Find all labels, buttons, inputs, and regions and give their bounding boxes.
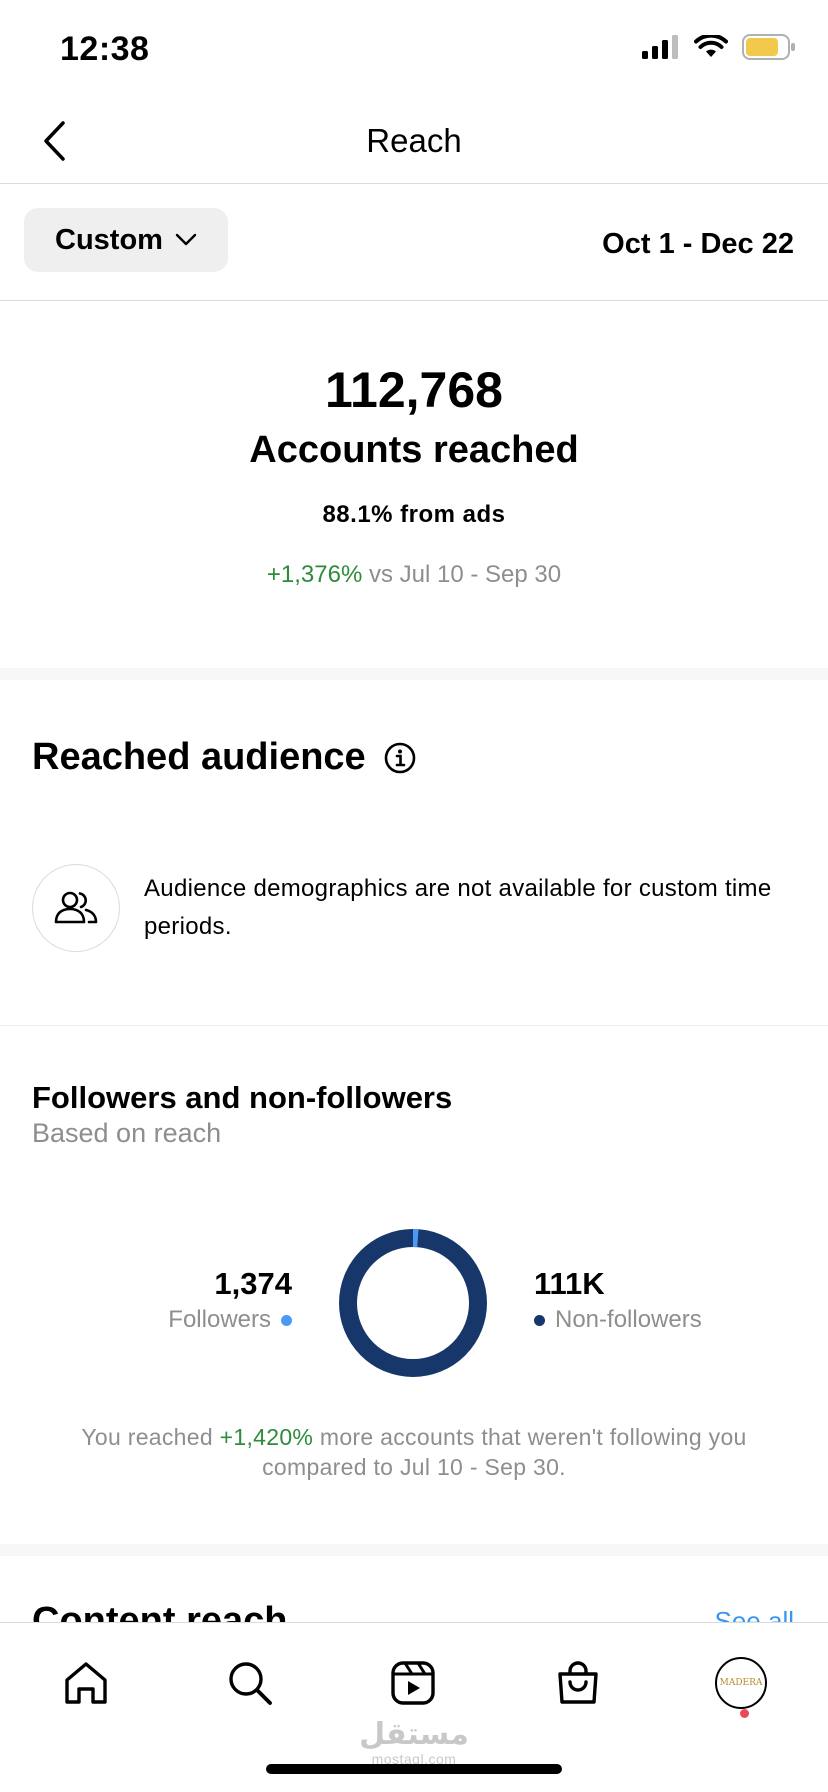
followers-count: 1,374 bbox=[214, 1266, 292, 1301]
ads-share: 88.1% from ads bbox=[322, 501, 506, 528]
tab-profile[interactable]: MADERA bbox=[711, 1653, 771, 1713]
watermark: مستقل mostaql.com bbox=[0, 1717, 828, 1768]
accounts-reached-label: Accounts reached bbox=[249, 429, 579, 471]
non-followers-legend: Non-followers bbox=[534, 1306, 702, 1334]
chevron-down-icon bbox=[175, 233, 197, 246]
followers-section-title: Followers and non-followers bbox=[32, 1080, 453, 1115]
status-bar: 12:38 bbox=[0, 0, 828, 100]
date-range: Oct 1 - Dec 22 bbox=[602, 228, 794, 260]
followers-section-subtitle: Based on reach bbox=[32, 1118, 222, 1148]
accounts-reached-count: 112,768 bbox=[325, 362, 503, 418]
reels-icon bbox=[391, 1661, 435, 1705]
section-divider bbox=[0, 668, 828, 680]
non-followers-count: 111K bbox=[534, 1266, 605, 1301]
period-dropdown[interactable]: Custom bbox=[24, 208, 228, 272]
watermark-arabic: مستقل bbox=[359, 1717, 469, 1752]
followers-label: Followers bbox=[168, 1306, 271, 1333]
demographics-icon-wrapper bbox=[32, 864, 120, 952]
followers-comparison-note: You reached +1,420% more accounts that w… bbox=[40, 1422, 788, 1482]
tab-reels[interactable] bbox=[383, 1653, 443, 1713]
tab-home[interactable] bbox=[56, 1653, 116, 1713]
reach-compare-text: vs Jul 10 - Sep 30 bbox=[368, 561, 562, 588]
followers-legend: Followers bbox=[168, 1306, 292, 1334]
reach-comparison: +1,376% vs Jul 10 - Sep 30 bbox=[0, 561, 828, 589]
reached-audience-section: Reached audience Audience demographics a… bbox=[0, 680, 828, 1026]
info-icon[interactable] bbox=[384, 742, 416, 774]
followers-stat: 1,374 Followers bbox=[168, 1266, 292, 1334]
period-dropdown-label: Custom bbox=[55, 223, 163, 256]
tab-search[interactable] bbox=[220, 1653, 280, 1713]
followers-legend-dot bbox=[281, 1314, 292, 1326]
filter-row: Custom Oct 1 - Dec 22 bbox=[0, 184, 828, 301]
people-icon bbox=[54, 891, 98, 924]
status-icons bbox=[642, 34, 796, 60]
avatar-text: MADERA bbox=[719, 1678, 763, 1688]
reach-summary: 112,768 Accounts reached 88.1% from ads … bbox=[0, 301, 828, 668]
tab-shop[interactable] bbox=[548, 1653, 608, 1713]
search-icon bbox=[229, 1662, 272, 1705]
status-time: 12:38 bbox=[60, 30, 150, 68]
home-indicator bbox=[266, 1764, 562, 1774]
content-reach-section: Content reach See all bbox=[0, 1556, 828, 1622]
note-prefix: You reached bbox=[81, 1424, 220, 1450]
reach-change: +1,376% bbox=[266, 561, 363, 588]
non-followers-label: Non-followers bbox=[555, 1306, 702, 1333]
nav-bar: Reach bbox=[0, 100, 828, 184]
home-icon bbox=[65, 1662, 107, 1704]
demographics-notice: Audience demographics are not available … bbox=[144, 875, 772, 940]
shop-icon bbox=[558, 1661, 598, 1704]
reached-audience-title: Reached audience bbox=[32, 736, 366, 778]
profile-avatar: MADERA bbox=[715, 1657, 767, 1709]
wifi-icon bbox=[694, 35, 728, 57]
followers-donut-chart bbox=[339, 1229, 487, 1377]
battery-icon bbox=[742, 34, 795, 60]
section-divider bbox=[0, 1544, 828, 1556]
note-change: +1,420% bbox=[219, 1424, 314, 1450]
donut-segment-non-followers bbox=[339, 1229, 487, 1377]
signal-icon bbox=[642, 35, 678, 59]
reached-audience-heading: Reached audience bbox=[32, 736, 416, 779]
followers-section: Followers and non-followers Based on rea… bbox=[0, 1026, 828, 1544]
content-reach-title: Content reach bbox=[32, 1600, 288, 1622]
note-suffix: more accounts that weren't following you… bbox=[262, 1424, 747, 1480]
see-all-link[interactable]: See all bbox=[715, 1606, 795, 1622]
page-title: Reach bbox=[366, 122, 462, 159]
non-followers-stat: 111K Non-followers bbox=[534, 1266, 702, 1334]
notification-dot bbox=[740, 1709, 749, 1718]
non-followers-legend-dot bbox=[534, 1314, 545, 1326]
